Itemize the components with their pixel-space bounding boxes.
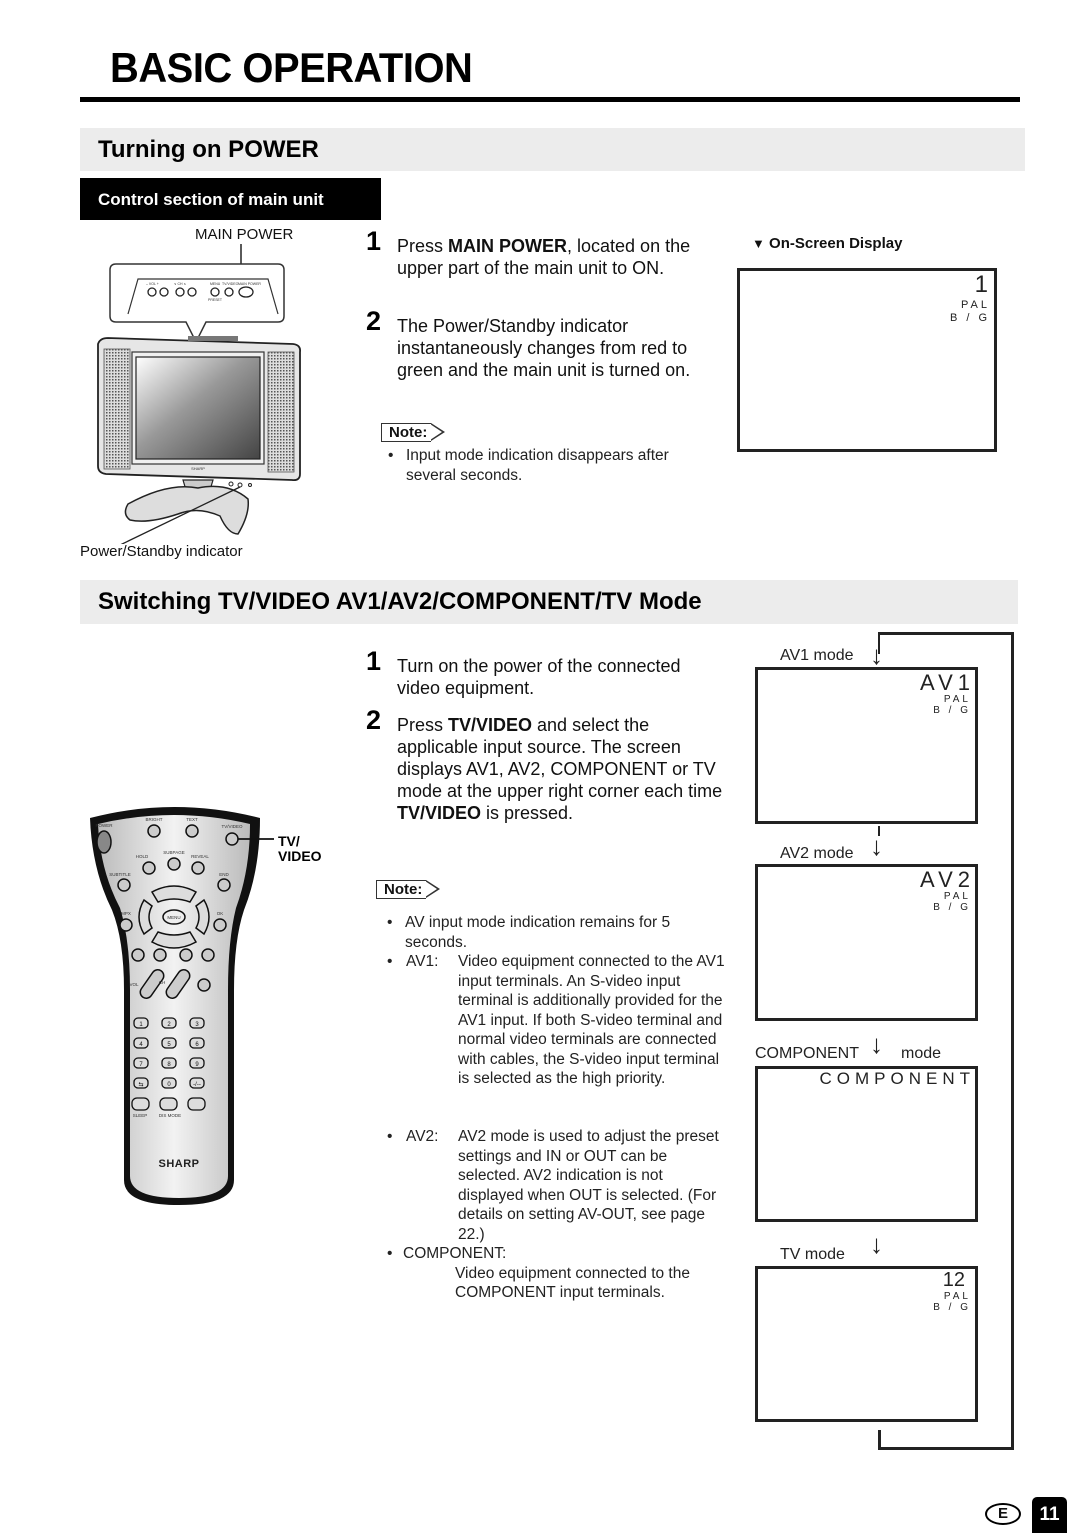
bullet-icon: • — [387, 1128, 393, 1145]
svg-text:MAIN POWER: MAIN POWER — [238, 282, 261, 286]
osd-heading: ▼ On-Screen Display — [752, 235, 903, 252]
power-standby-indicator-label: Power/Standby indicator — [80, 543, 243, 560]
power-standby-led — [237, 482, 243, 488]
svg-text:SHARP: SHARP — [158, 1158, 199, 1170]
svg-text:SUBPAGE: SUBPAGE — [163, 850, 184, 855]
control-panel-callout — [109, 263, 285, 344]
note-tag-switching: Note: — [376, 880, 441, 899]
osd-screen-power: 1 PAL B / G — [737, 268, 997, 452]
svg-text:MENU: MENU — [210, 282, 221, 286]
bullet-icon: • — [387, 953, 393, 970]
svg-text:BRIGHT: BRIGHT — [145, 817, 162, 822]
switch-step-2-text: Press TV/VIDEO and select the applicable… — [397, 715, 723, 823]
note-tag-power: Note: — [381, 423, 446, 442]
section-heading-power: Turning on POWER — [98, 136, 319, 163]
cycle-line-bottom-stub — [878, 1430, 881, 1450]
component-mode-label-pre: COMPONENT — [755, 1045, 859, 1062]
power-note-item: • Input mode indication disappears after … — [388, 447, 669, 484]
osd-channel: 1 — [974, 271, 988, 298]
av2-term: AV2: — [406, 1128, 439, 1145]
bullet-icon: • — [388, 447, 394, 464]
page-number: 11 — [1032, 1497, 1067, 1533]
down-arrow-icon: ↓ — [870, 831, 883, 861]
remote-control-illustration: POWER BRIGHT TEXT TV/VIDEO HOLD SUBPAGE REVEA… — [90, 807, 274, 1205]
down-arrow-icon: ↓ — [870, 640, 883, 670]
svg-text:VOL: VOL — [129, 982, 139, 987]
main-power-term: MAIN POWER — [448, 236, 568, 256]
switch-step-1-number: 1 — [366, 646, 382, 676]
tv-video-button — [225, 832, 239, 846]
svg-text:TEXT: TEXT — [186, 817, 198, 822]
component-term: COMPONENT: — [403, 1245, 507, 1262]
av1-term: AV1: — [406, 953, 439, 970]
svg-text:OK: OK — [217, 911, 224, 916]
power-step-1-text: Press MAIN POWER, located on the upper p… — [397, 236, 691, 278]
down-arrow-icon: ↓ — [870, 1029, 883, 1059]
svg-text:DIS MODE: DIS MODE — [159, 1113, 181, 1118]
av1-mode-label: AV1 mode — [780, 647, 854, 664]
section-heading-switching: Switching TV/VIDEO AV1/AV2/COMPONENT/TV … — [98, 588, 702, 615]
main-power-label: MAIN POWER — [195, 226, 294, 243]
svg-text:HOLD: HOLD — [136, 854, 149, 859]
svg-text:TV/VIDEO: TV/VIDEO — [221, 824, 243, 829]
tv-mode-label: TV mode — [780, 1246, 845, 1263]
svg-text:REVEAL: REVEAL — [191, 854, 209, 859]
switch-step-1-text: Turn on the power of the connected video… — [397, 656, 681, 698]
svg-text:SUBTITLE: SUBTITLE — [109, 872, 131, 877]
osd-system-line2: B / G — [949, 312, 990, 324]
osd-mode-av1: AV1 — [920, 670, 975, 695]
osd-screen-tv: 12 PAL B / G — [755, 1266, 978, 1422]
tv-screen — [135, 356, 261, 460]
svg-text:⇆: ⇆ — [138, 1081, 143, 1088]
tv-unit-illustration: – VOL + ∨ CH ∧ MENU TV/VIDEO MAIN POWER PRE… — [97, 244, 302, 544]
page-title: BASIC OPERATION — [110, 44, 473, 91]
control-section-label: Control section of main unit — [80, 178, 381, 220]
svg-text:– VOL +: – VOL + — [146, 282, 159, 286]
switch-note-av2: • AV2: AV2 mode is used to adjust the pr… — [387, 1128, 719, 1243]
switch-step-2-number: 2 — [366, 705, 382, 735]
power-step-1-number: 1 — [366, 226, 382, 256]
tv-video-callout: TV/ VIDEO — [278, 833, 322, 864]
title-rule — [80, 97, 1020, 102]
osd-screen-av2: AV2 PAL B / G — [755, 864, 978, 1021]
osd-mode-av2: AV2 — [920, 867, 975, 892]
power-step-2-number: 2 — [366, 306, 382, 336]
osd-mode-component: COMPONENT — [819, 1069, 975, 1088]
osd-screen-av1: AV1 PAL B / G — [755, 667, 978, 824]
language-badge: E — [985, 1503, 1021, 1525]
tv-stand — [124, 485, 250, 535]
switch-note-av1: • AV1: Video equipment connected to the … — [387, 953, 725, 1087]
cycle-line-right — [1011, 632, 1014, 1450]
svg-text:MENU: MENU — [167, 915, 180, 920]
component-mode-label-post: mode — [901, 1045, 942, 1062]
svg-text:SHARP: SHARP — [191, 466, 205, 471]
cycle-line-bottom — [878, 1447, 1014, 1450]
note-arrow-icon — [429, 423, 446, 441]
bullet-icon: • — [387, 914, 393, 931]
switch-note-component: • COMPONENT: Video equipment connected t… — [387, 1245, 690, 1301]
svg-text:PRESET: PRESET — [208, 298, 223, 302]
svg-text:MPX: MPX — [121, 911, 131, 916]
bullet-icon: • — [387, 1245, 393, 1262]
svg-text:END: END — [219, 872, 229, 877]
note-arrow-icon — [424, 880, 441, 898]
osd-channel-tv: 12 — [942, 1269, 965, 1291]
svg-text:POWER: POWER — [95, 823, 113, 828]
osd-screen-component: COMPONENT — [755, 1066, 978, 1222]
down-arrow-icon: ↓ — [870, 1229, 883, 1259]
svg-text:CH: CH — [159, 980, 166, 985]
svg-text:SLEEP: SLEEP — [133, 1113, 148, 1118]
triangle-down-icon: ▼ — [752, 236, 765, 251]
main-power-button — [238, 286, 254, 298]
power-step-2-text: The Power/Standby indicator instantaneou… — [397, 316, 691, 380]
cycle-line-top — [878, 632, 1014, 635]
svg-text:-/--: -/-- — [193, 1082, 201, 1088]
svg-text:∨ CH ∧: ∨ CH ∧ — [174, 282, 187, 286]
av2-mode-label: AV2 mode — [780, 845, 854, 862]
svg-text:TV/VIDEO: TV/VIDEO — [222, 282, 239, 286]
osd-system-line1: PAL — [961, 299, 990, 311]
switch-note-general: • AV input mode indication remains for 5 … — [387, 914, 671, 951]
